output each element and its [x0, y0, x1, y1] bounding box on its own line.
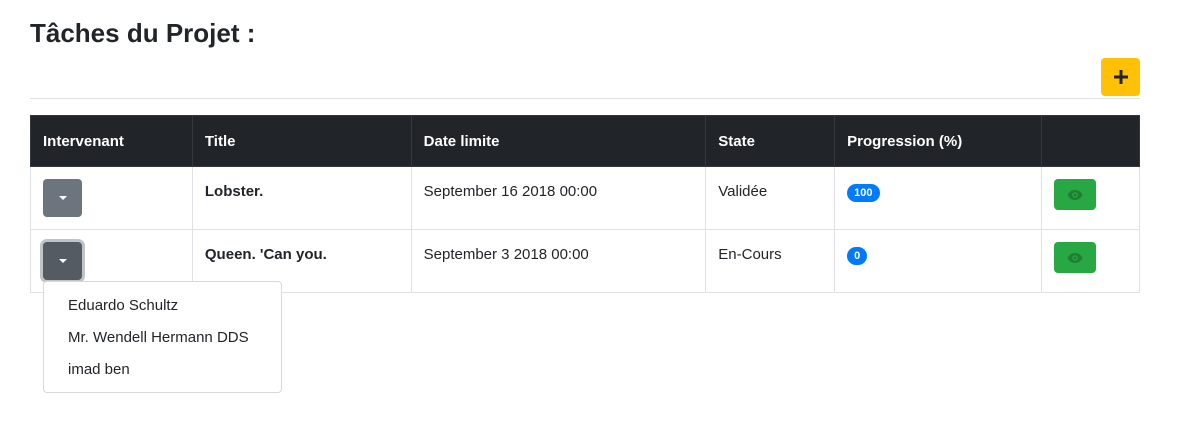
view-task-button[interactable] [1054, 179, 1096, 210]
actions-cell [1041, 166, 1140, 230]
progress-cell: 100 [834, 166, 1042, 230]
progress-badge: 0 [847, 247, 868, 265]
column-header-actions [1041, 115, 1140, 167]
task-date: September 3 2018 00:00 [423, 246, 589, 263]
date-cell: September 16 2018 00:00 [410, 166, 707, 230]
state-cell: En-Cours [705, 229, 836, 293]
actions-cell [1041, 229, 1140, 293]
task-date: September 16 2018 00:00 [423, 183, 598, 200]
add-task-button[interactable] [1101, 58, 1140, 96]
task-state: En-Cours [718, 246, 782, 263]
intervenant-dropdown-button[interactable] [43, 179, 82, 217]
column-header-date-limite: Date limite [410, 115, 707, 167]
table-row: Lobster. September 16 2018 00:00 Validée… [30, 166, 1140, 230]
column-header-intervenant: Intervenant [30, 115, 193, 167]
state-cell: Validée [705, 166, 836, 230]
column-header-state: State [705, 115, 836, 167]
view-task-button[interactable] [1054, 242, 1096, 273]
title-cell: Lobster. [191, 166, 412, 230]
eye-icon [1067, 252, 1083, 263]
column-header-progression: Progression (%) [834, 115, 1042, 167]
page-title: Tâches du Projet : [30, 18, 256, 48]
plus-icon [1113, 70, 1128, 84]
intervenant-dropdown-button[interactable] [43, 242, 82, 280]
dropdown-item-imad-ben[interactable]: imad ben [44, 354, 281, 386]
intervenant-dropdown-menu: Eduardo Schultz Mr. Wendell Hermann DDS … [43, 281, 282, 393]
caret-down-icon [58, 259, 67, 263]
task-title: Queen. 'Can you. [204, 246, 327, 263]
task-state: Validée [718, 183, 768, 200]
column-header-title: Title [191, 115, 412, 167]
tasks-table: Intervenant Title Date limite State Prog… [30, 115, 1140, 293]
dropdown-item-eduardo-schultz[interactable]: Eduardo Schultz [44, 290, 281, 322]
divider [30, 98, 1140, 99]
table-header-row: Intervenant Title Date limite State Prog… [30, 115, 1140, 167]
date-cell: September 3 2018 00:00 [410, 229, 707, 293]
intervenant-cell [30, 166, 193, 230]
progress-badge: 100 [847, 184, 880, 202]
dropdown-item-wendell-hermann[interactable]: Mr. Wendell Hermann DDS [44, 322, 281, 354]
caret-down-icon [58, 196, 67, 200]
task-title: Lobster. [204, 183, 264, 200]
eye-icon [1067, 189, 1083, 200]
progress-cell: 0 [834, 229, 1042, 293]
